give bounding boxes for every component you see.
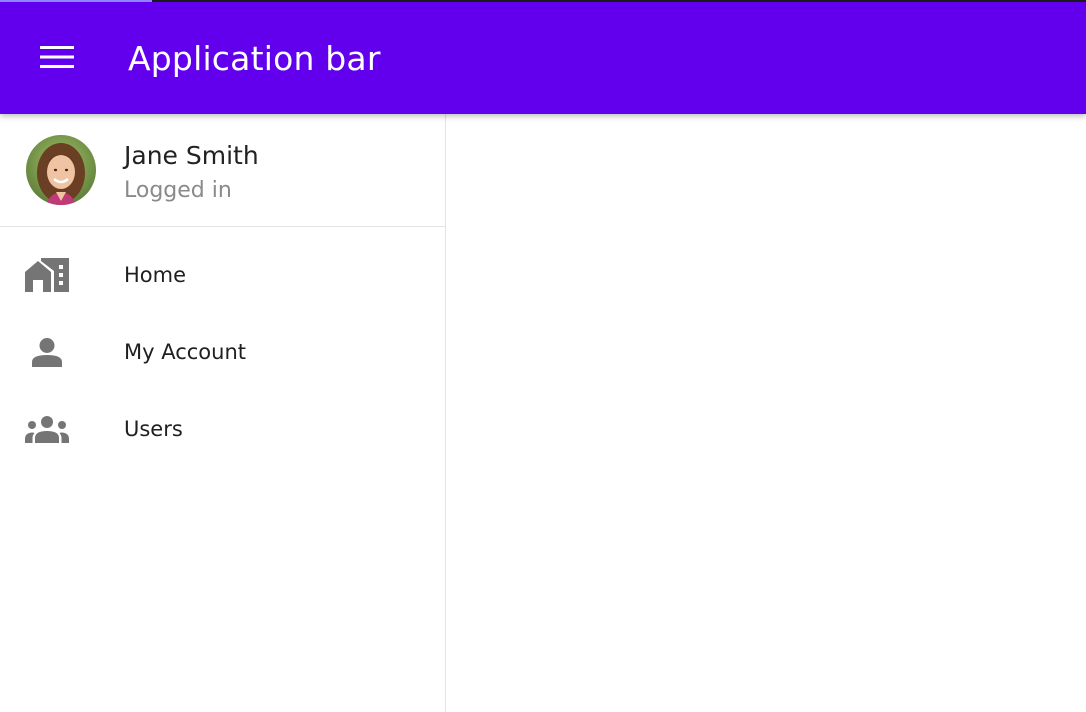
user-status: Logged in bbox=[124, 178, 232, 203]
nav-item-users[interactable]: Users bbox=[0, 390, 445, 467]
person-icon bbox=[24, 332, 70, 372]
nav-item-home-label: Home bbox=[124, 262, 187, 287]
user-name: Jane Smith bbox=[124, 141, 259, 170]
navigation-drawer: Jane Smith Logged in Home My Account Use… bbox=[0, 114, 446, 712]
loading-progress-bar bbox=[0, 0, 1086, 2]
group-icon bbox=[24, 409, 70, 449]
main-content bbox=[446, 114, 1086, 712]
nav-item-my-account-label: My Account bbox=[124, 339, 247, 364]
app-bar: Application bar bbox=[0, 0, 1086, 114]
user-profile-header: Jane Smith Logged in bbox=[0, 114, 445, 227]
nav-item-users-label: Users bbox=[124, 416, 183, 441]
nav-list: Home My Account Users bbox=[0, 227, 445, 467]
nav-item-home[interactable]: Home bbox=[0, 236, 445, 313]
loading-progress-fill bbox=[0, 0, 153, 2]
menu-button[interactable] bbox=[39, 39, 75, 75]
nav-item-my-account[interactable]: My Account bbox=[0, 313, 445, 390]
user-avatar-photo bbox=[26, 135, 96, 205]
app-title: Application bar bbox=[128, 38, 381, 78]
home-work-icon bbox=[24, 255, 70, 295]
hamburger-menu-icon bbox=[40, 46, 74, 68]
avatar bbox=[26, 135, 96, 205]
app-root: Application bar Jane Smith Logged in Hom… bbox=[0, 0, 1086, 712]
